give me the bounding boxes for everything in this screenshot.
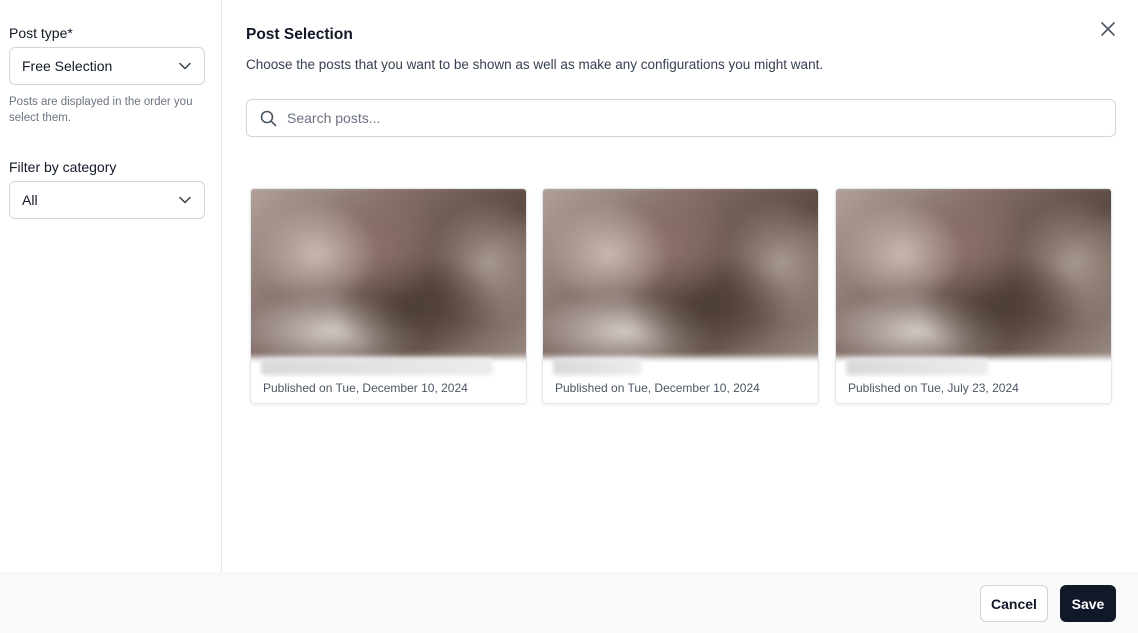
save-button[interactable]: Save	[1060, 585, 1116, 622]
settings-sidebar: Post type* Free Selection Posts are disp…	[0, 0, 222, 572]
post-thumbnail	[251, 189, 526, 358]
dialog-title: Post Selection	[246, 26, 353, 43]
post-title-redacted	[261, 359, 493, 375]
category-filter-value: All	[22, 192, 38, 208]
category-filter-select[interactable]: All	[9, 181, 205, 219]
close-icon[interactable]	[1099, 20, 1117, 38]
post-thumbnail	[836, 189, 1111, 358]
category-filter-label: Filter by category	[9, 159, 117, 175]
post-card[interactable]: Published on Tue, December 10, 2024	[250, 188, 527, 404]
chevron-down-icon	[178, 193, 192, 207]
post-grid: Published on Tue, December 10, 2024 Publ…	[250, 188, 1112, 406]
post-selection-dialog: Post type* Free Selection Posts are disp…	[0, 0, 1138, 633]
post-selection-panel: Post Selection Choose the posts that you…	[222, 0, 1138, 572]
chevron-down-icon	[178, 59, 192, 73]
post-card[interactable]: Published on Tue, July 23, 2024	[835, 188, 1112, 404]
post-type-value: Free Selection	[22, 58, 113, 74]
post-title-redacted	[846, 359, 988, 375]
search-box	[246, 99, 1116, 137]
post-title-redacted	[553, 359, 641, 375]
search-input[interactable]	[287, 110, 1103, 126]
dialog-subtitle: Choose the posts that you want to be sho…	[246, 57, 824, 72]
post-date: Published on Tue, December 10, 2024	[555, 381, 760, 395]
search-icon	[259, 109, 277, 127]
post-date: Published on Tue, July 23, 2024	[848, 381, 1019, 395]
post-type-label: Post type*	[9, 25, 73, 41]
post-date: Published on Tue, December 10, 2024	[263, 381, 468, 395]
post-type-help-text: Posts are displayed in the order you sel…	[9, 96, 193, 124]
post-type-select[interactable]: Free Selection	[9, 47, 205, 85]
post-card[interactable]: Published on Tue, December 10, 2024	[542, 188, 819, 404]
cancel-button[interactable]: Cancel	[980, 585, 1048, 622]
post-thumbnail	[543, 189, 818, 358]
dialog-footer: Cancel Save	[0, 572, 1138, 633]
